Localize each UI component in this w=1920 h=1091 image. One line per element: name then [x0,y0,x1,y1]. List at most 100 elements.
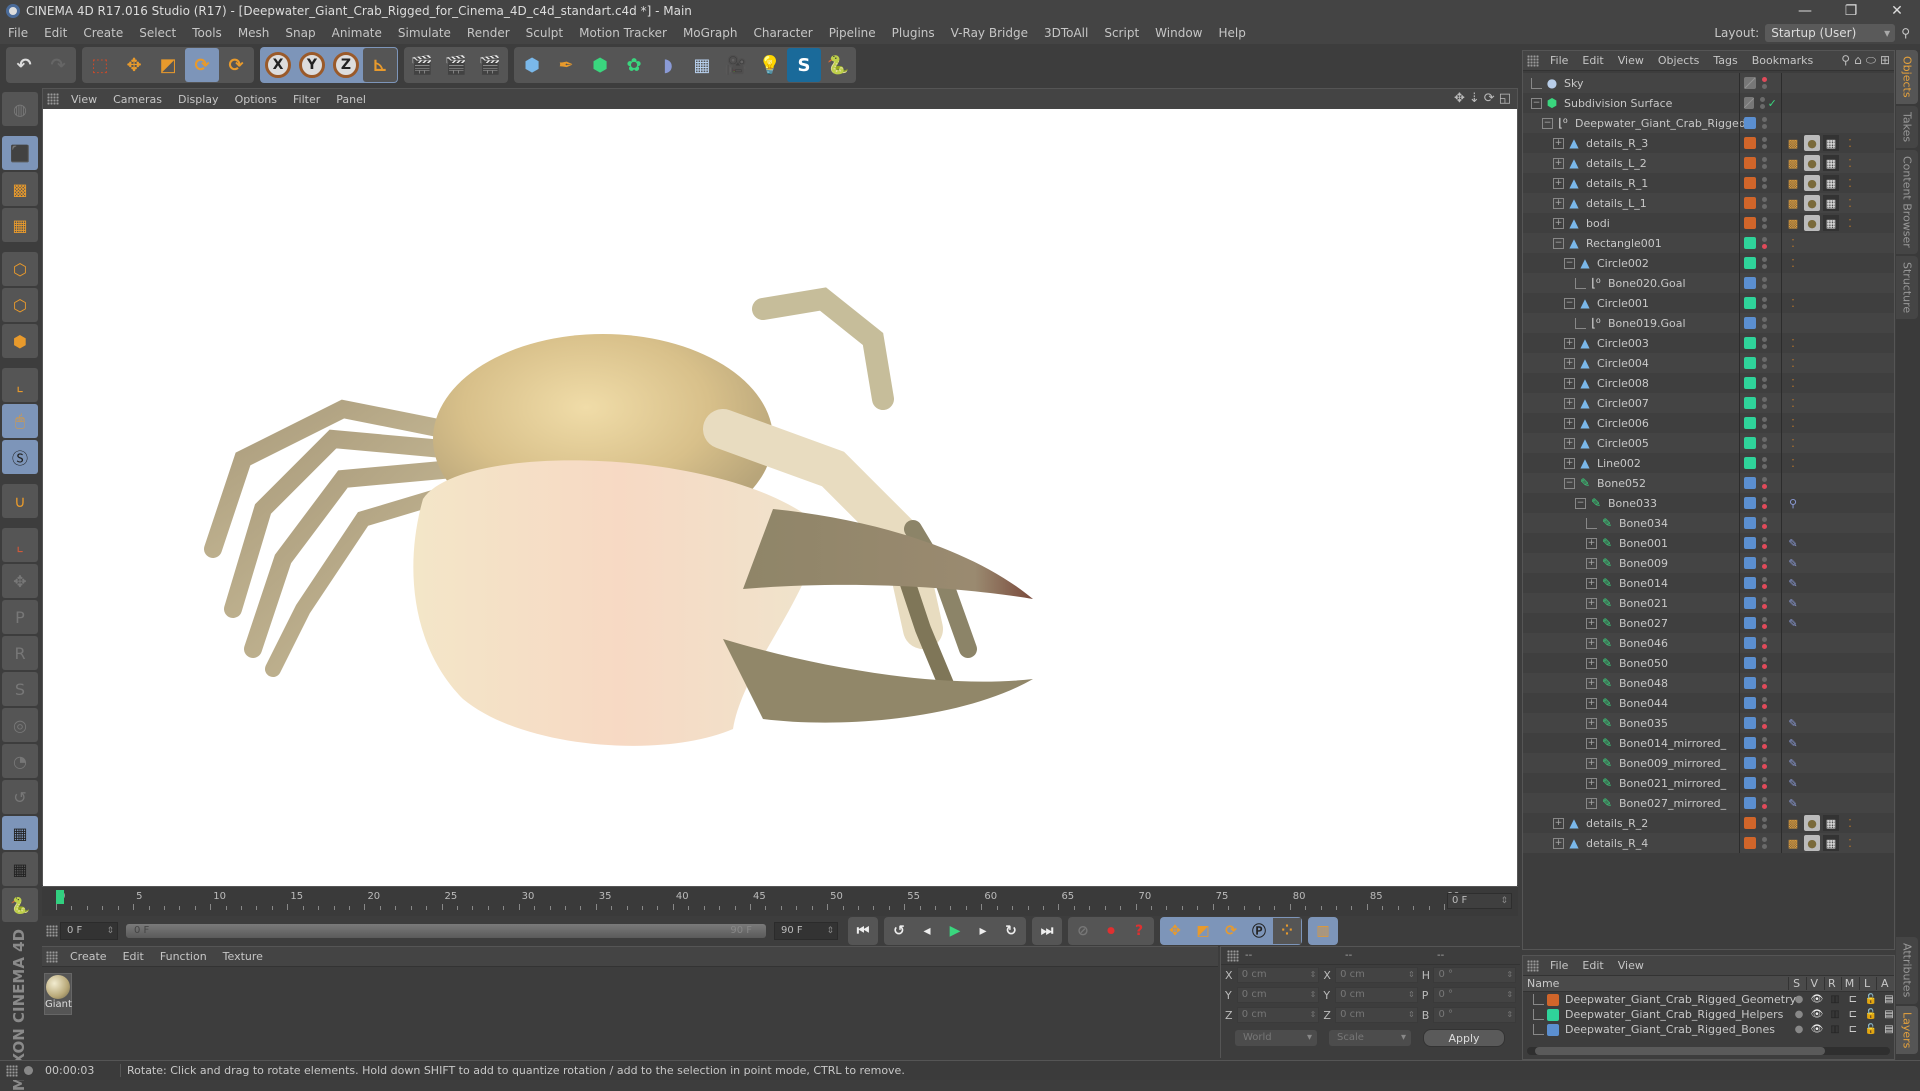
menu-script[interactable]: Script [1096,26,1147,40]
model-mode-icon[interactable]: ⬛ [2,136,38,170]
move-key-icon[interactable]: ✥ [1161,918,1189,944]
object-row[interactable]: + ✎ Bone050 [1523,653,1894,673]
camera-icon[interactable]: 🎥 [719,48,753,82]
expand-icon[interactable]: + [1586,577,1597,589]
expand-icon[interactable]: + [1564,357,1575,369]
menu-tools[interactable]: Tools [184,26,230,40]
visibility-dots[interactable] [1762,437,1768,449]
object-row[interactable]: ● Sky [1523,73,1894,93]
play-icon[interactable]: ▶ [941,918,969,944]
checker-tag-icon[interactable]: ▦ [1823,175,1839,191]
expand-icon[interactable]: + [1564,377,1575,389]
recent-tools-icon[interactable]: ⟳ [219,48,253,82]
object-row[interactable]: + ▲ Circle004 ⁚ [1523,353,1894,373]
go-to-end-icon[interactable]: ⏭ [1033,918,1061,944]
material-tag-icon[interactable]: ● [1804,155,1820,171]
start-frame-field[interactable]: 0 F [60,922,118,940]
rotation-field[interactable]: 0 ° [1433,1007,1517,1023]
next-key-icon[interactable]: ↻ [997,918,1025,944]
visibility-dots[interactable] [1762,297,1768,309]
collapse-icon[interactable]: − [1542,117,1553,129]
tab-structure[interactable]: Structure [1896,255,1918,319]
visibility-dots[interactable] [1762,117,1768,129]
layer-color-swatch[interactable] [1744,817,1756,829]
ik-tag-icon[interactable]: ⁚ [1785,455,1801,471]
tab-attributes[interactable]: Attributes [1896,937,1918,1004]
layer-color-swatch[interactable] [1744,797,1756,809]
previous-key-icon[interactable]: ↺ [885,918,913,944]
visibility-dots[interactable] [1762,137,1768,149]
timeline-ruler[interactable]: 051015202530354045505560657075808590 [50,887,1460,917]
visibility-dots[interactable] [1762,837,1768,849]
ik-spline-tag-icon[interactable]: ✎ [1785,795,1801,811]
visibility-dots[interactable] [1762,237,1768,249]
layer-color-swatch[interactable] [1744,337,1756,349]
object-row[interactable]: − ▲ Circle002 ⁚ [1523,253,1894,273]
deformer-icon[interactable]: ◗ [651,48,685,82]
visibility-dots[interactable] [1762,157,1768,169]
expand-icon[interactable]: + [1586,617,1597,629]
object-row[interactable]: + ▲ Circle008 ⁚ [1523,373,1894,393]
layer-color-swatch[interactable] [1744,557,1756,569]
expand-icon[interactable]: + [1586,757,1597,769]
menu-pipeline[interactable]: Pipeline [821,26,884,40]
ik-tag-icon[interactable]: ⁚ [1785,335,1801,351]
menu-snap[interactable]: Snap [277,26,323,40]
object-row[interactable]: + ▲ Circle006 ⁚ [1523,413,1894,433]
render-icon[interactable]: ▥ [1827,1009,1843,1020]
x-axis-lock-button[interactable]: X [261,48,295,82]
timeline-window-icon[interactable]: ▥ [1309,918,1337,944]
go-to-start-icon[interactable]: ⏮ [849,918,877,944]
expand-icon[interactable]: + [1586,797,1597,809]
animation-icon[interactable]: ▤ [1881,1024,1897,1035]
layer-color-swatch[interactable] [1744,297,1756,309]
layer-color-swatch[interactable] [1744,537,1756,549]
ik-goal-tag-icon[interactable]: ⚲ [1785,495,1801,511]
visibility-dots[interactable] [1762,597,1768,609]
visibility-dots[interactable] [1762,277,1768,289]
menu-create[interactable]: Create [75,26,131,40]
solo-mode-icon[interactable]: Ⓢ [2,440,38,474]
collapse-icon[interactable]: − [1531,97,1542,109]
expand-icon[interactable]: + [1586,777,1597,789]
menu-sculpt[interactable]: Sculpt [518,26,571,40]
viewport-menu-filter[interactable]: Filter [285,93,328,106]
make-editable-icon[interactable]: ◍ [2,92,38,126]
layer-filter-icon[interactable]: ⬭ [1866,53,1876,68]
expand-icon[interactable]: + [1564,337,1575,349]
animation-icon[interactable]: ▤ [1881,1009,1897,1020]
material-tag-icon[interactable]: ● [1804,815,1820,831]
minimize-button[interactable]: — [1782,0,1828,22]
layer-color-swatch[interactable] [1744,837,1756,849]
param-key-icon[interactable]: Ⓟ [1245,918,1273,944]
checker-tag-icon[interactable]: ▦ [1823,195,1839,211]
visibility-dots[interactable] [1762,717,1768,729]
lock-icon[interactable]: 🔓 [1863,1024,1879,1035]
texture-tag-icon[interactable]: ▩ [1785,835,1801,851]
scale-icon[interactable]: ◩ [151,48,185,82]
solo-icon[interactable]: ● [1791,1024,1807,1035]
object-row[interactable]: ⌊⁰ Bone020.Goal [1523,273,1894,293]
object-menu-edit[interactable]: Edit [1575,54,1610,67]
ik-spline-tag-icon[interactable]: ✎ [1785,615,1801,631]
object-row[interactable]: + ✎ Bone009 ✎ [1523,553,1894,573]
ik-tag-icon[interactable]: ⁚ [1785,435,1801,451]
layer-color-swatch[interactable] [1744,677,1756,689]
close-button[interactable]: ✕ [1874,0,1920,22]
object-row[interactable]: + ✎ Bone001 ✎ [1523,533,1894,553]
expand-icon[interactable]: + [1586,537,1597,549]
ik-spline-tag-icon[interactable]: ✎ [1785,715,1801,731]
timeline[interactable]: 051015202530354045505560657075808590 0 F [42,886,1518,916]
position-field[interactable]: 0 cm [1236,1007,1320,1023]
lock-icon[interactable]: 🔓 [1863,994,1879,1005]
layer-color-swatch[interactable] [1744,437,1756,449]
object-row[interactable]: ✎ Bone034 [1523,513,1894,533]
solo-icon[interactable]: ● [1791,1009,1807,1020]
workplane-mode-icon[interactable]: ▦ [2,208,38,242]
viewport-menu-panel[interactable]: Panel [328,93,374,106]
render-settings-icon[interactable]: 🎬 [473,48,507,82]
psr-key-icon[interactable]: S [2,672,38,706]
ik-spline-tag-icon[interactable]: ✎ [1785,575,1801,591]
expand-icon[interactable]: + [1586,697,1597,709]
object-row[interactable]: + ▲ details_L_1 ▩ ● ▦ ⁚ [1523,193,1894,213]
